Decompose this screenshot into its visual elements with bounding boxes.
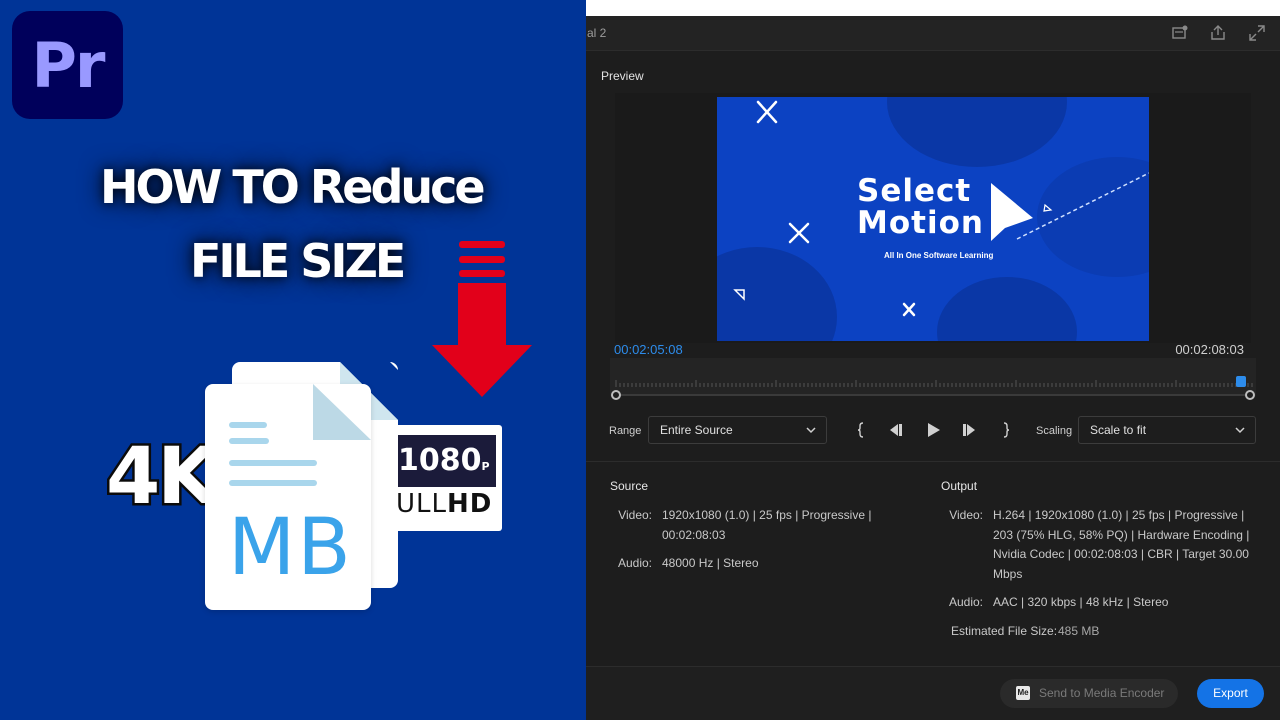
preview-label: Preview	[601, 69, 644, 83]
premiere-logo-text: Pr	[31, 28, 105, 102]
scaling-dropdown-value: Scale to fit	[1090, 423, 1147, 437]
video-title-line-1: Select	[857, 173, 972, 209]
step-forward-icon[interactable]	[959, 420, 979, 440]
source-title: Source	[610, 479, 649, 493]
range-in-handle[interactable]	[611, 390, 621, 400]
duration-timecode: 00:02:08:03	[1175, 342, 1244, 357]
timeline-ticks	[615, 380, 1253, 387]
premiere-pro-logo: Pr	[12, 11, 123, 119]
video-preview: Select Motion All In One Software Learni…	[717, 97, 1149, 341]
playhead[interactable]	[1236, 376, 1247, 387]
export-button[interactable]: Export	[1197, 679, 1264, 708]
output-video-line-2: 203 (75% HLG, 58% PQ) | Hardware Encodin…	[993, 527, 1250, 542]
hd-resolution-block: 1080P	[396, 435, 496, 487]
timeline-scrubber[interactable]	[610, 358, 1256, 396]
play-icon[interactable]	[923, 420, 943, 440]
fullscreen-icon[interactable]	[1248, 24, 1266, 42]
scaling-dropdown[interactable]: Scale to fit	[1078, 416, 1256, 444]
export-panel: al 2 Preview Select Motion All In One So…	[586, 0, 1280, 720]
full-hd-text-part2: HD	[447, 489, 493, 519]
send-to-media-encoder-button[interactable]: Me Send to Media Encoder	[1000, 679, 1178, 708]
source-audio-info: 48000 Hz | Stereo	[662, 556, 759, 570]
range-label: Range	[609, 425, 642, 437]
output-video-line-3: Nvidia Codec | 00:02:08:03 | CBR | Targe…	[993, 547, 1249, 561]
source-video-label: Video:	[618, 508, 652, 522]
hd-resolution-suffix: P	[481, 460, 490, 473]
headline-line-2: FILE SIZE	[190, 234, 406, 288]
output-video-label: Video:	[949, 508, 983, 522]
send-to-media-encoder-label: Send to Media Encoder	[1039, 686, 1165, 700]
source-video-line-2: 00:02:08:03	[662, 527, 726, 542]
share-icon[interactable]	[1209, 24, 1227, 42]
media-encoder-icon: Me	[1016, 686, 1030, 700]
video-title-line-2: Motion	[857, 205, 984, 241]
mb-label: MB	[228, 503, 353, 593]
video-subtitle: All In One Software Learning	[884, 251, 994, 260]
source-video-line-1: 1920x1080 (1.0) | 25 fps | Progressive |	[662, 508, 872, 522]
new-bin-icon[interactable]	[1171, 24, 1189, 42]
output-video-info: H.264 | 1920x1080 (1.0) | 25 fps | Progr…	[993, 506, 1273, 584]
estimated-file-size-value: 485 MB	[1058, 624, 1100, 638]
output-video-line-4: Mbps	[993, 566, 1023, 581]
full-hd-badge: 1080P ULLHD	[388, 425, 502, 531]
chevron-down-icon	[1235, 427, 1245, 434]
step-back-icon[interactable]	[886, 420, 906, 440]
full-hd-text-part1: ULL	[396, 489, 448, 519]
current-timecode[interactable]: 00:02:05:08	[614, 342, 683, 357]
full-hd-text: ULLHD	[396, 489, 492, 519]
source-video-info: 1920x1080 (1.0) | 25 fps | Progressive |…	[662, 506, 902, 545]
section-divider	[586, 461, 1280, 462]
hd-resolution: 1080	[398, 443, 482, 478]
headline-line-1: HOW TO Reduce	[100, 160, 486, 214]
mark-in-icon[interactable]	[851, 420, 871, 440]
scaling-label: Scaling	[1036, 425, 1073, 437]
panel-tab-title[interactable]: al 2	[587, 26, 606, 40]
panel-header: al 2	[586, 16, 1280, 51]
thumbnail-panel: Pr HOW TO Reduce FILE SIZE 4K 1080P ULLH…	[0, 0, 586, 720]
output-title: Output	[941, 479, 978, 493]
document-corner-icon	[313, 384, 371, 440]
output-audio-label: Audio:	[948, 595, 983, 609]
range-dropdown[interactable]: Entire Source	[648, 416, 827, 444]
mark-out-icon[interactable]	[996, 420, 1016, 440]
range-out-handle[interactable]	[1245, 390, 1255, 400]
chevron-down-icon	[806, 427, 816, 434]
estimated-file-size-label: Estimated File Size:	[951, 624, 1058, 638]
range-dropdown-value: Entire Source	[660, 423, 733, 437]
output-audio-info: AAC | 320 kbps | 48 kHz | Stereo	[993, 595, 1169, 609]
range-bar[interactable]	[614, 394, 1254, 396]
source-audio-label: Audio:	[617, 556, 652, 570]
4k-label: 4K	[104, 430, 221, 525]
output-video-line-1: H.264 | 1920x1080 (1.0) | 25 fps | Progr…	[993, 508, 1245, 522]
top-strip	[586, 0, 1280, 16]
video-title: Select Motion	[857, 175, 984, 239]
